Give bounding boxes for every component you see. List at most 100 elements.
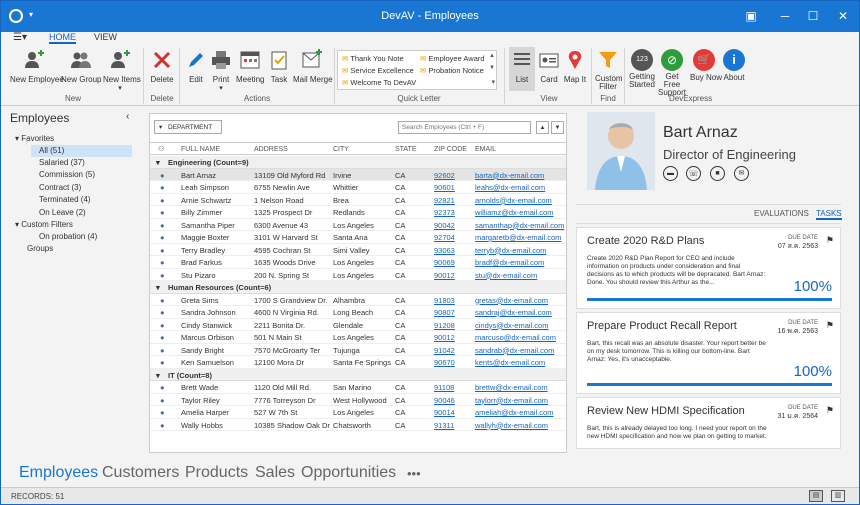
cell-email[interactable]: gretas@dx-email.com [475,296,548,305]
cell-email[interactable]: terryb@dx-email.com [475,246,546,255]
table-row[interactable]: ● Wally Hobbs 10385 Shadow Oak Dr Chatswort… [150,419,566,431]
cell-zip[interactable]: 92602 [434,171,455,180]
cell-zip[interactable]: 90046 [434,396,455,405]
table-row[interactable]: ● Marcus Orbison 501 N Main St Los Angeles C… [150,331,566,344]
sidebar-item-on-leave[interactable]: On Leave (2) [39,208,86,217]
getting-started-button[interactable]: 123 Getting Started [628,49,656,89]
collapse-group-icon[interactable]: ▾ [156,371,160,380]
cell-email[interactable]: sandrab@dx-email.com [475,346,554,355]
tab-evaluations[interactable]: EVALUATIONS [754,209,809,218]
table-row[interactable]: ● Terry Bradley 4595 Cochran St Simi Valley… [150,244,566,256]
delete-button[interactable]: Delete [149,49,175,84]
table-row[interactable]: ● Leah Simpson 6755 Newlin Ave Whittier CA 90… [150,181,566,194]
sidebar-custom-filters[interactable]: ▾ Custom Filters [15,220,73,229]
column-zip-code[interactable]: ZIP CODE [434,146,467,153]
new-group-button[interactable]: New Group [61,49,101,84]
table-row[interactable]: ● Cindy Stanwick 2211 Bonita Dr. Glendale CA… [150,319,566,331]
print-button[interactable]: Print ▾ [210,49,232,92]
table-row[interactable]: ● Brad Farkus 1635 Woods Drive Los Angeles C… [150,256,566,269]
quick-letter-probation[interactable]: ✉ Probation Notice [420,66,484,75]
quick-letter-service[interactable]: ✉ Service Excellence [342,66,414,75]
cell-email[interactable]: ameliah@dx-email.com [475,408,553,417]
sidebar-groups[interactable]: Groups [27,244,53,253]
column-email[interactable]: EMAIL [475,146,496,153]
cell-zip[interactable]: 90012 [434,271,455,280]
flag-icon[interactable]: ⚑ [826,235,834,246]
cell-email[interactable]: williamz@dx-email.com [475,208,553,217]
new-items-button[interactable]: New Items ▾ [103,49,141,92]
nav-customers[interactable]: Customers [102,464,179,482]
table-row[interactable]: ● Bart Arnaz 13109 Old Myford Rd Irvine CA 92… [150,168,566,181]
cell-zip[interactable]: 92821 [434,196,455,205]
cell-zip[interactable]: 90670 [434,358,455,367]
gallery-scroll-up-icon[interactable]: ▲ [489,53,495,59]
cell-email[interactable]: taylorr@dx-email.com [475,396,548,405]
cell-zip[interactable]: 91208 [434,321,455,330]
cell-zip[interactable]: 90042 [434,221,455,230]
collapse-group-icon[interactable]: ▾ [156,158,160,167]
search-prev-icon[interactable]: ▲ [536,121,549,134]
sidebar-item-salaried[interactable]: Salaried (37) [39,158,85,167]
get-free-support-button[interactable]: ⊘ Get Free Support [658,49,686,97]
about-button[interactable]: i About [721,49,747,82]
sidebar-item-contract[interactable]: Contract (3) [39,183,81,192]
sidebar-item-terminated[interactable]: Terminated (4) [39,195,91,204]
cell-email[interactable]: barta@dx-email.com [475,171,544,180]
close-button[interactable]: ✕ [827,1,859,32]
cell-zip[interactable]: 92704 [434,233,455,242]
table-row[interactable]: ● Brett Wade 1120 Old Mill Rd. San Marino CA… [150,381,566,394]
quick-letter-welcome[interactable]: ✉ Welcome To DevAV [342,78,416,87]
table-row[interactable]: ● Maggie Boxter 3101 W Harvard St Santa Ana… [150,231,566,244]
table-row[interactable]: ● Taylor Riley 7776 Torreyson Dr West Holly… [150,394,566,406]
cell-email[interactable]: cindys@dx-email.com [475,321,548,330]
cell-email[interactable]: leahs@dx-email.com [475,183,545,192]
group-row[interactable]: ▾ Human Resources (Count=6) [150,281,566,294]
reading-view-icon[interactable]: ▥ [831,490,845,502]
cell-email[interactable]: kents@dx-email.com [475,358,545,367]
cell-zip[interactable]: 91042 [434,346,455,355]
maximize-button[interactable]: ☐ [797,1,829,32]
video-icon[interactable]: ■ [710,166,725,181]
email-icon[interactable]: ✉ [734,166,749,181]
table-row[interactable]: ● Billy Zimmer 1325 Prospect Dr Redlands CA 9… [150,206,566,219]
flag-icon[interactable]: ⚑ [826,405,834,416]
cell-email[interactable]: wallyh@dx-email.com [475,421,548,430]
cell-zip[interactable]: 92373 [434,208,455,217]
group-row[interactable]: ▾ IT (Count=8) [150,368,566,381]
sidebar-favorites[interactable]: ▾ Favorites [15,134,54,143]
gallery-scroll-down-icon[interactable]: ▼ [489,65,495,71]
map-it-button[interactable]: Map It [563,49,587,84]
quick-letter-thank-you[interactable]: ✉ Thank You Note [342,54,404,63]
cell-zip[interactable]: 90601 [434,183,455,192]
task-button[interactable]: Task [268,49,290,84]
nav-sales[interactable]: Sales [255,464,295,482]
task-card[interactable]: Create 2020 R&D Plans DUE DATE 07 ส.ค. 25… [576,227,841,309]
cell-email[interactable]: stu@dx-email.com [475,271,537,280]
app-menu-icon[interactable]: ☰▾ [13,32,27,43]
collapse-sidebar-icon[interactable]: ‹ [126,111,129,122]
nav-products[interactable]: Products [185,464,248,482]
sidebar-item-all[interactable]: All (51) [31,145,132,157]
column-address[interactable]: ADDRESS [254,146,288,153]
table-row[interactable]: ● Sandra Johnson 4600 N Virginia Rd. Long B… [150,306,566,319]
card-view-button[interactable]: Card [538,49,560,84]
cell-zip[interactable]: 90014 [434,408,455,417]
cell-email[interactable]: brettw@dx-email.com [475,383,548,392]
nav-opportunities[interactable]: Opportunities [301,464,396,482]
custom-filter-button[interactable]: Custom Filter [595,49,623,91]
column-chooser-icon[interactable]: ⚇ [158,145,164,153]
cell-email[interactable]: bradf@dx-email.com [475,258,544,267]
department-group-button[interactable]: ▾ DEPARTMENT [154,120,222,134]
cell-zip[interactable]: 90069 [434,258,455,267]
column-full-name[interactable]: FULL NAME [181,146,220,153]
nav-more-icon[interactable]: ••• [407,466,421,481]
table-row[interactable]: ● Amelia Harper 527 W 7th St Los Angeles CA 9… [150,406,566,419]
flag-icon[interactable]: ⚑ [826,320,834,331]
task-card[interactable]: Review New HDMI Specification DUE DATE 31… [576,397,841,449]
column-state[interactable]: STATE [395,146,417,153]
mail-merge-button[interactable]: Mail Merge [293,49,333,84]
edit-button[interactable]: Edit [185,49,207,84]
cell-email[interactable]: marcuso@dx-email.com [475,333,556,342]
cell-email[interactable]: margaretb@dx-email.com [475,233,561,242]
tab-view[interactable]: VIEW [94,32,117,42]
